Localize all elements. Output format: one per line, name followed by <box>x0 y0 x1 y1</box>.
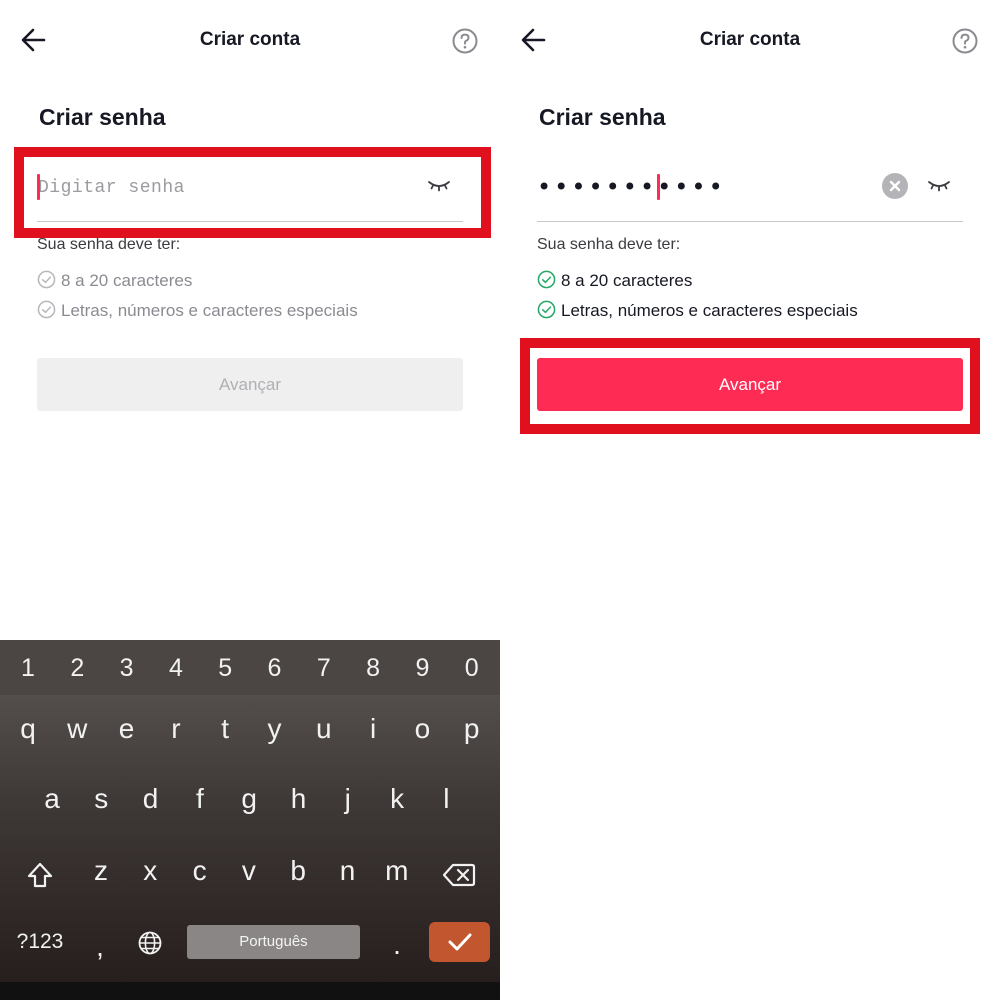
text-caret <box>37 174 40 200</box>
key-5[interactable]: 5 <box>205 651 245 685</box>
rule-characters: Letras, números e caracteres especiais <box>537 300 858 321</box>
top-bar: Criar conta <box>0 0 500 80</box>
eye-closed-icon <box>928 181 950 192</box>
rule-length: 8 a 20 caracteres <box>37 270 192 291</box>
page-title: Criar conta <box>199 29 301 50</box>
period-key[interactable]: . <box>377 928 417 962</box>
next-button[interactable]: Avançar <box>37 358 463 411</box>
key-k[interactable]: k <box>377 782 417 816</box>
check-circle-icon <box>537 300 556 319</box>
comma-key[interactable]: , <box>80 930 120 964</box>
key-8[interactable]: 8 <box>353 651 393 685</box>
key-7[interactable]: 7 <box>304 651 344 685</box>
password-field[interactable]: ••••••••••• <box>537 160 963 222</box>
symbols-key[interactable]: ?123 <box>14 925 66 959</box>
question-circle-icon <box>952 28 978 54</box>
key-d[interactable]: d <box>131 782 171 816</box>
key-m[interactable]: m <box>377 854 417 888</box>
question-circle-icon <box>452 28 478 54</box>
language-key[interactable] <box>137 930 163 956</box>
key-l[interactable]: l <box>426 782 466 816</box>
key-2[interactable]: 2 <box>57 651 97 685</box>
system-nav-bar <box>0 982 500 1000</box>
key-q[interactable]: q <box>8 712 48 746</box>
shift-key[interactable] <box>24 859 56 891</box>
key-x[interactable]: x <box>130 854 170 888</box>
soft-keyboard: 1234567890 qwertyuiop asdfghjkl zxcvbnm ?12… <box>0 640 500 1000</box>
key-b[interactable]: b <box>278 854 318 888</box>
key-n[interactable]: n <box>328 854 368 888</box>
key-g[interactable]: g <box>229 782 269 816</box>
rules-title: Sua senha deve ter: <box>37 236 181 253</box>
page-title: Criar conta <box>699 29 801 50</box>
key-0[interactable]: 0 <box>452 651 492 685</box>
key-9[interactable]: 9 <box>402 651 442 685</box>
key-i[interactable]: i <box>353 712 393 746</box>
key-6[interactable]: 6 <box>255 651 295 685</box>
section-heading: Criar senha <box>539 104 666 130</box>
password-field <box>37 160 463 222</box>
next-button[interactable]: Avançar <box>537 358 963 411</box>
backspace-key[interactable] <box>442 861 476 889</box>
rule-characters: Letras, números e caracteres especiais <box>37 300 358 321</box>
shift-icon <box>27 862 53 888</box>
checkmark-icon <box>448 933 472 951</box>
key-4[interactable]: 4 <box>156 651 196 685</box>
clear-icon <box>889 180 901 192</box>
key-s[interactable]: s <box>81 782 121 816</box>
key-e[interactable]: e <box>107 712 147 746</box>
toggle-visibility-button[interactable] <box>927 176 953 196</box>
key-h[interactable]: h <box>279 782 319 816</box>
enter-key[interactable] <box>429 922 490 962</box>
key-w[interactable]: w <box>57 712 97 746</box>
text-caret <box>657 174 660 200</box>
clear-button[interactable] <box>882 173 908 199</box>
key-f[interactable]: f <box>180 782 220 816</box>
rule-length: 8 a 20 caracteres <box>537 270 692 291</box>
key-c[interactable]: c <box>180 854 220 888</box>
left-screen: Criar conta Criar senha Sua senha deve t… <box>0 0 500 1000</box>
key-j[interactable]: j <box>328 782 368 816</box>
rules-title: Sua senha deve ter: <box>537 236 681 253</box>
key-z[interactable]: z <box>81 854 121 888</box>
rule-text: Letras, números e caracteres especiais <box>561 301 858 320</box>
toggle-visibility-button[interactable] <box>427 176 453 196</box>
backspace-icon <box>442 863 476 887</box>
key-y[interactable]: y <box>255 712 295 746</box>
key-p[interactable]: p <box>452 712 492 746</box>
space-key[interactable]: Português <box>187 925 360 959</box>
top-bar: Criar conta <box>500 0 1000 80</box>
section-heading: Criar senha <box>39 104 166 130</box>
password-masked-value[interactable]: ••••••••••• <box>537 173 726 201</box>
check-circle-icon <box>37 270 56 289</box>
key-3[interactable]: 3 <box>107 651 147 685</box>
key-t[interactable]: t <box>205 712 245 746</box>
check-circle-icon <box>537 270 556 289</box>
key-u[interactable]: u <box>304 712 344 746</box>
check-circle-icon <box>37 300 56 319</box>
rule-text: 8 a 20 caracteres <box>61 271 193 290</box>
rule-text: 8 a 20 caracteres <box>561 271 693 290</box>
help-button[interactable] <box>951 27 979 55</box>
key-o[interactable]: o <box>402 712 442 746</box>
key-r[interactable]: r <box>156 712 196 746</box>
key-1[interactable]: 1 <box>8 651 48 685</box>
rule-text: Letras, números e caracteres especiais <box>61 301 358 320</box>
key-a[interactable]: a <box>32 782 72 816</box>
password-input[interactable] <box>37 172 407 204</box>
help-button[interactable] <box>451 27 479 55</box>
eye-closed-icon <box>428 181 450 192</box>
globe-icon <box>138 931 162 955</box>
right-screen: Criar conta Criar senha ••••••••••• Sua … <box>500 0 1000 1000</box>
key-v[interactable]: v <box>229 854 269 888</box>
